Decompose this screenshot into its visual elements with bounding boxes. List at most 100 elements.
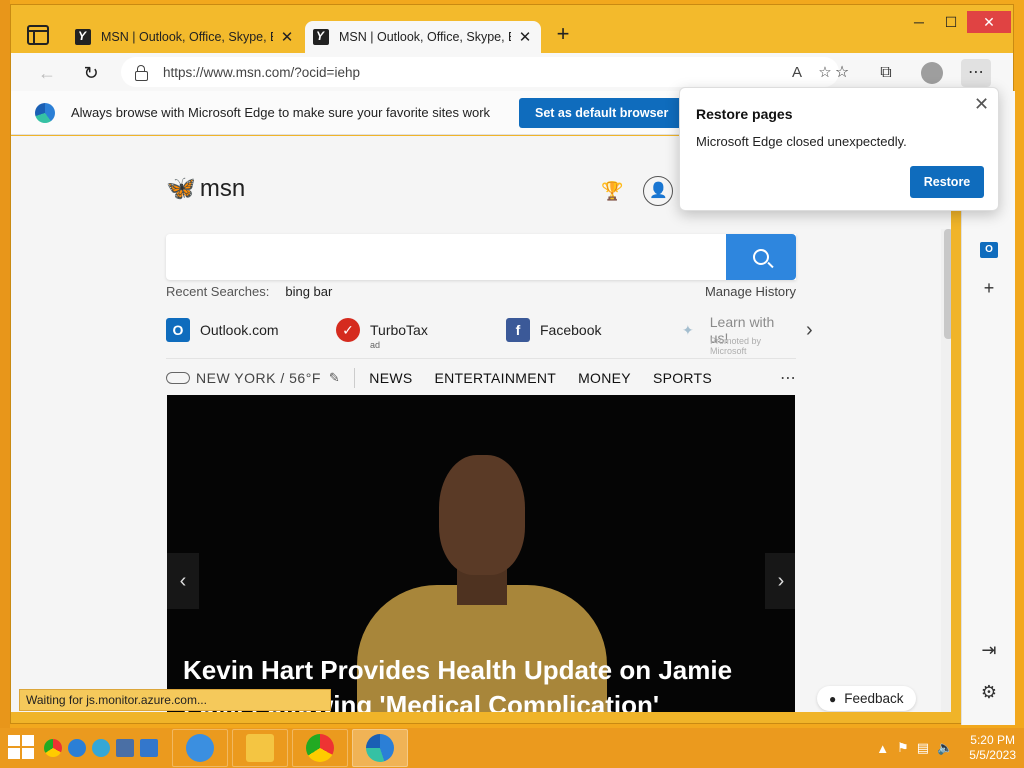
chrome-quicklaunch-icon[interactable] (44, 739, 62, 757)
taskbar-edge[interactable] (352, 729, 408, 767)
window-quicklaunch-icon[interactable] (140, 739, 158, 757)
lock-icon[interactable] (135, 65, 148, 81)
quicklink-facebook[interactable]: f Facebook (506, 318, 676, 342)
system-tray: ▲ ⚑ ▤ 🔈 5:20 PM 5/5/2023 (868, 733, 1016, 763)
feedback-icon: ● (829, 691, 837, 706)
close-window-button[interactable]: ✕ (967, 11, 1011, 33)
popup-title: Restore pages (696, 106, 793, 122)
edge-logo-icon (35, 102, 55, 123)
back-icon[interactable]: ← (33, 59, 61, 87)
desktop-edge-right (1014, 0, 1024, 728)
restore-pages-popup: Restore pages Microsoft Edge closed unex… (679, 87, 999, 211)
refresh-icon[interactable]: ↻ (77, 59, 105, 87)
maximize-button[interactable]: ☐ (935, 11, 967, 33)
set-default-browser-button[interactable]: Set as default browser (519, 97, 685, 128)
desktop-edge-left (0, 0, 10, 728)
edge-icon (366, 734, 394, 762)
tab-title: MSN | Outlook, Office, Skype, Bir (101, 30, 273, 44)
hide-sidebar-icon[interactable]: ⇥ (974, 635, 1004, 665)
rewards-trophy-icon[interactable]: 🏆 (601, 181, 623, 202)
taskbar-explorer[interactable] (232, 729, 288, 767)
carousel-next-icon[interactable]: › (765, 553, 795, 609)
msn-logo-text: msn (199, 174, 246, 202)
edge-quicklaunch-icon[interactable] (92, 739, 110, 757)
ie-quicklaunch-icon[interactable] (68, 739, 86, 757)
recent-searches: Recent Searches: bing bar Manage History (166, 284, 796, 299)
infobar-message: Always browse with Microsoft Edge to mak… (71, 105, 491, 120)
file-explorer-icon (246, 734, 274, 762)
msn-header-icons: 🏆 👤 (601, 176, 674, 206)
lightbulb-icon: ✦ (682, 322, 694, 338)
network-icon[interactable]: ▤ (917, 740, 929, 756)
taskbar-ie[interactable] (172, 729, 228, 767)
status-bar: Waiting for js.monitor.azure.com... (19, 689, 331, 711)
settings-gear-icon[interactable]: ⚙ (974, 677, 1004, 707)
taskbar-chrome[interactable] (292, 729, 348, 767)
minimize-button[interactable]: ─ (903, 11, 935, 33)
tab-msn-2[interactable]: MSN | Outlook, Office, Skype, Bir ✕ (305, 21, 541, 53)
edit-location-icon[interactable]: ✎ (329, 370, 340, 386)
msn-profile-icon[interactable]: 👤 (643, 176, 674, 206)
clock[interactable]: 5:20 PM 5/5/2023 (969, 733, 1016, 763)
windows-start-icon[interactable] (8, 735, 38, 761)
tab-title: MSN | Outlook, Office, Skype, Bir (339, 30, 511, 44)
close-icon[interactable]: ✕ (974, 94, 989, 115)
quicklink-turbotax[interactable]: ✓ TurboTax ad (336, 318, 506, 350)
quicklink-outlook[interactable]: O Outlook.com (166, 318, 336, 342)
tab-close-icon[interactable]: ✕ (279, 28, 295, 46)
read-aloud-icon[interactable]: A (783, 64, 811, 81)
new-tab-icon[interactable]: + (551, 23, 575, 47)
recent-search-term[interactable]: bing bar (285, 284, 332, 299)
search-button[interactable] (726, 234, 796, 280)
promoted-label: Promoted by Microsoft (710, 336, 762, 356)
outlook-icon: O (166, 318, 190, 342)
msn-page: 🦋 msn 🏆 👤 Recent Searches: bing bar Mana… (11, 136, 951, 712)
manage-history-link[interactable]: Manage History (705, 284, 796, 299)
action-center-flag-icon[interactable]: ⚑ (897, 740, 909, 756)
nav-entertainment[interactable]: ENTERTAINMENT (434, 370, 556, 386)
feedback-button[interactable]: ● Feedback (817, 686, 916, 711)
add-sidebar-icon[interactable]: + (974, 273, 1004, 303)
address-bar[interactable]: https://www.msn.com/?ocid=iehp A ☆ (121, 57, 839, 87)
weather-text: NEW YORK / 56°F (196, 369, 321, 386)
clock-date: 5/5/2023 (969, 748, 1016, 762)
tab-msn-1[interactable]: MSN | Outlook, Office, Skype, Bir ✕ (67, 21, 303, 53)
desktop-quicklaunch-icon[interactable] (116, 739, 134, 757)
tab-actions-icon[interactable] (27, 25, 49, 45)
quicklink-learn[interactable]: ✦ Learn with us! Promoted by Microsoft (676, 314, 796, 356)
nav-money[interactable]: MONEY (578, 370, 631, 386)
favorites-icon[interactable]: ☆ (827, 59, 857, 87)
collections-icon[interactable]: ⧉ (871, 59, 901, 87)
internet-explorer-icon (186, 734, 214, 762)
tray-expand-icon[interactable]: ▲ (876, 741, 889, 756)
clock-time: 5:20 PM (970, 733, 1015, 747)
weather-widget[interactable]: NEW YORK / 56°F ✎ (166, 370, 340, 386)
nav-more-icon[interactable]: ⋯ (780, 368, 796, 388)
msn-logo[interactable]: 🦋 msn (166, 174, 245, 203)
edge-window: MSN | Outlook, Office, Skype, Bir ✕ MSN … (10, 4, 1015, 725)
msn-nav: NEW YORK / 56°F ✎ NEWS ENTERTAINMENT MON… (166, 358, 796, 388)
chevron-right-icon[interactable]: › (806, 319, 813, 342)
title-bar: MSN | Outlook, Office, Skype, Bir ✕ MSN … (11, 5, 1013, 53)
page-scrollbar[interactable] (941, 229, 951, 712)
nav-news[interactable]: NEWS (369, 370, 412, 386)
divider (354, 367, 356, 388)
turbotax-check-icon: ✓ (336, 318, 360, 342)
feedback-label: Feedback (844, 691, 904, 706)
outlook-sidebar-icon[interactable]: O (974, 231, 1004, 261)
msn-favicon-icon (75, 29, 91, 45)
msn-favicon-icon (313, 29, 329, 45)
search-input[interactable] (166, 234, 796, 280)
quicklink-label: Outlook.com (200, 322, 279, 338)
nav-sports[interactable]: SPORTS (653, 370, 712, 386)
volume-icon[interactable]: 🔈 (937, 740, 953, 756)
url-text[interactable]: https://www.msn.com/?ocid=iehp (163, 65, 783, 80)
profile-icon[interactable] (917, 59, 947, 87)
restore-button[interactable]: Restore (910, 166, 984, 198)
carousel-prev-icon[interactable]: ‹ (167, 553, 199, 609)
more-icon[interactable]: ⋯ (961, 59, 991, 87)
cloud-icon (166, 371, 190, 384)
popup-message: Microsoft Edge closed unexpectedly. (696, 134, 907, 149)
hero-carousel[interactable]: ‹ › Kevin Hart Provides Health Update on… (167, 395, 795, 712)
tab-close-icon[interactable]: ✕ (517, 28, 533, 46)
